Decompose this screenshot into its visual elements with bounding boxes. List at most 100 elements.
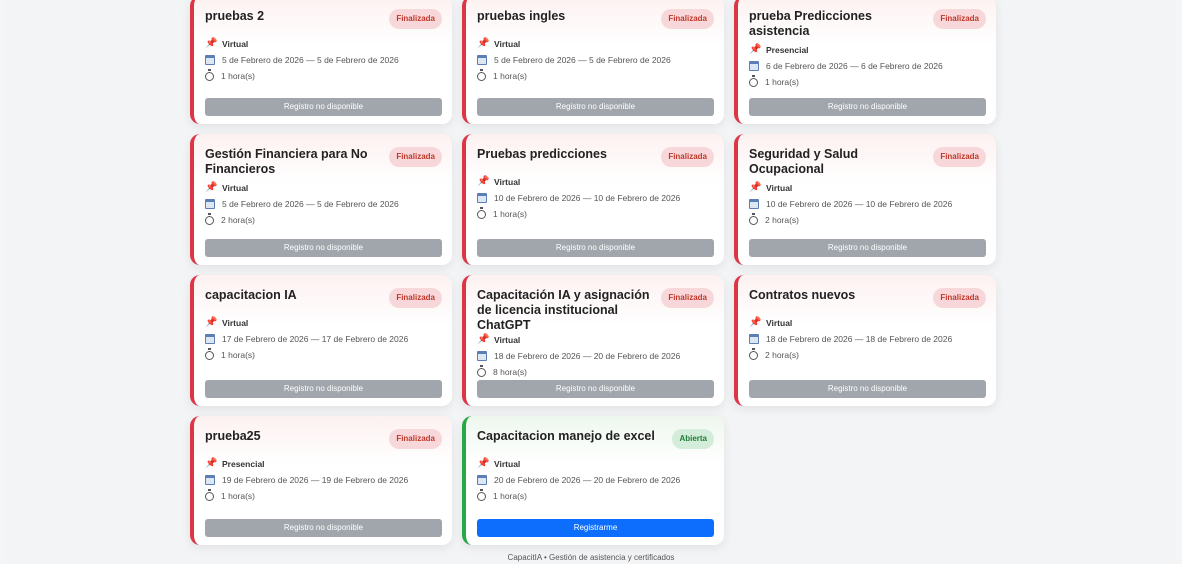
calendar-icon <box>749 334 759 344</box>
pin-icon: 📌 <box>205 458 218 469</box>
course-card: pruebas ingles Finalizada 📌 Virtual 5 de … <box>462 0 724 124</box>
course-mode: Virtual <box>222 39 249 49</box>
course-duration: 2 hora(s) <box>221 215 256 225</box>
course-card: prueba25 Finalizada 📌 Presencial 19 de Fe… <box>190 416 452 545</box>
course-mode: Virtual <box>494 177 521 187</box>
course-duration: 2 hora(s) <box>765 215 800 225</box>
register-button[interactable]: Registrarme <box>477 519 714 537</box>
pin-icon: 📌 <box>205 317 218 328</box>
course-title: Seguridad y Salud Ocupacional <box>749 147 859 176</box>
calendar-icon <box>749 199 759 209</box>
status-badge: Finalizada <box>389 9 442 29</box>
course-dates: 18 de Febrero de 2026 — 20 de Febrero de… <box>494 351 681 361</box>
course-dates: 10 de Febrero de 2026 — 10 de Febrero de… <box>494 193 681 203</box>
course-mode: Virtual <box>494 39 521 49</box>
timer-icon <box>477 488 486 501</box>
course-card: Capacitacion manejo de excel Abierta 📌 Vi… <box>462 416 724 545</box>
timer-icon <box>477 364 486 377</box>
course-card: capacitacion IA Finalizada 📌 Virtual 17 d… <box>190 275 452 406</box>
status-badge: Finalizada <box>661 147 714 167</box>
status-badge: Finalizada <box>933 147 986 167</box>
status-badge: Finalizada <box>933 9 986 29</box>
course-card: Gestión Financiera para No Financieros F… <box>190 134 452 265</box>
course-duration: 1 hora(s) <box>221 71 256 81</box>
register-button: Registro no disponible <box>749 239 986 257</box>
course-duration: 1 hora(s) <box>493 209 528 219</box>
course-mode: Virtual <box>222 318 249 328</box>
timer-icon <box>205 68 214 81</box>
course-card: Contratos nuevos Finalizada 📌 Virtual 18 … <box>734 275 996 406</box>
status-badge: Finalizada <box>661 288 714 308</box>
register-button: Registro no disponible <box>477 239 714 257</box>
timer-icon <box>749 347 758 360</box>
pin-icon: 📌 <box>749 317 762 328</box>
register-button: Registro no disponible <box>205 98 442 116</box>
course-dates: 10 de Febrero de 2026 — 10 de Febrero de… <box>766 199 953 209</box>
calendar-icon <box>477 351 487 361</box>
course-mode: Virtual <box>766 318 793 328</box>
calendar-icon <box>477 475 487 485</box>
course-duration: 1 hora(s) <box>493 491 528 501</box>
course-title: prueba Predicciones asistencia <box>749 9 872 38</box>
course-title: pruebas ingles <box>477 9 566 23</box>
course-card: Capacitación IA y asignación de licencia… <box>462 275 724 406</box>
register-button: Registro no disponible <box>477 380 714 398</box>
calendar-icon <box>205 199 215 209</box>
calendar-icon <box>205 475 215 485</box>
register-button: Registro no disponible <box>477 98 714 116</box>
course-card: Pruebas predicciones Finalizada 📌 Virtual… <box>462 134 724 265</box>
pin-icon: 📌 <box>205 38 218 49</box>
course-dates: 19 de Febrero de 2026 — 19 de Febrero de… <box>222 475 409 485</box>
course-card: prueba Predicciones asistencia Finalizad… <box>734 0 996 124</box>
status-badge: Finalizada <box>389 147 442 167</box>
timer-icon <box>477 206 486 219</box>
status-badge: Finalizada <box>389 288 442 308</box>
timer-icon <box>205 212 214 225</box>
course-mode: Presencial <box>766 45 809 55</box>
register-button: Registro no disponible <box>749 98 986 116</box>
footer-text: CapacitIA • Gestión de asistencia y cert… <box>507 553 675 562</box>
course-dates: 6 de Febrero de 2026 — 6 de Febrero de 2… <box>766 61 943 71</box>
course-title: Pruebas predicciones <box>477 147 607 161</box>
course-duration: 8 hora(s) <box>493 367 528 377</box>
register-button: Registro no disponible <box>205 519 442 537</box>
timer-icon <box>205 347 214 360</box>
course-dates: 17 de Febrero de 2026 — 17 de Febrero de… <box>222 334 409 344</box>
course-dates: 5 de Febrero de 2026 — 5 de Febrero de 2… <box>494 55 671 65</box>
pin-icon: 📌 <box>477 458 490 469</box>
course-mode: Virtual <box>494 459 521 469</box>
course-title: Contratos nuevos <box>749 288 856 302</box>
course-mode: Virtual <box>222 183 249 193</box>
status-badge: Finalizada <box>389 429 442 449</box>
course-duration: 1 hora(s) <box>765 77 800 87</box>
course-title: prueba25 <box>205 429 261 443</box>
pin-icon: 📌 <box>477 334 490 345</box>
course-mode: Virtual <box>766 183 793 193</box>
course-dates: 5 de Febrero de 2026 — 5 de Febrero de 2… <box>222 55 399 65</box>
course-duration: 2 hora(s) <box>765 350 800 360</box>
course-title: Capacitacion manejo de excel <box>477 429 655 443</box>
course-title: pruebas 2 <box>205 9 265 23</box>
course-mode: Presencial <box>222 459 265 469</box>
course-card: pruebas 2 Finalizada 📌 Virtual 5 de Febre… <box>190 0 452 124</box>
calendar-icon <box>477 193 487 203</box>
register-button: Registro no disponible <box>205 239 442 257</box>
course-duration: 1 hora(s) <box>221 491 256 501</box>
course-title: Gestión Financiera para No Financieros <box>205 147 368 176</box>
timer-icon <box>749 212 758 225</box>
register-button: Registro no disponible <box>205 380 442 398</box>
calendar-icon <box>749 61 759 71</box>
pin-icon: 📌 <box>477 38 490 49</box>
course-mode: Virtual <box>494 335 521 345</box>
course-title: Capacitación IA y asignación de licencia… <box>477 288 650 332</box>
status-badge: Finalizada <box>933 288 986 308</box>
pin-icon: 📌 <box>205 182 218 193</box>
course-grid: pruebas 2 Finalizada 📌 Virtual 5 de Febre… <box>190 0 996 545</box>
course-duration: 1 hora(s) <box>493 71 528 81</box>
status-badge: Finalizada <box>661 9 714 29</box>
calendar-icon <box>205 55 215 65</box>
status-badge: Abierta <box>672 429 714 449</box>
pin-icon: 📌 <box>477 176 490 187</box>
course-title: capacitacion IA <box>205 288 297 302</box>
course-dates: 20 de Febrero de 2026 — 20 de Febrero de… <box>494 475 681 485</box>
